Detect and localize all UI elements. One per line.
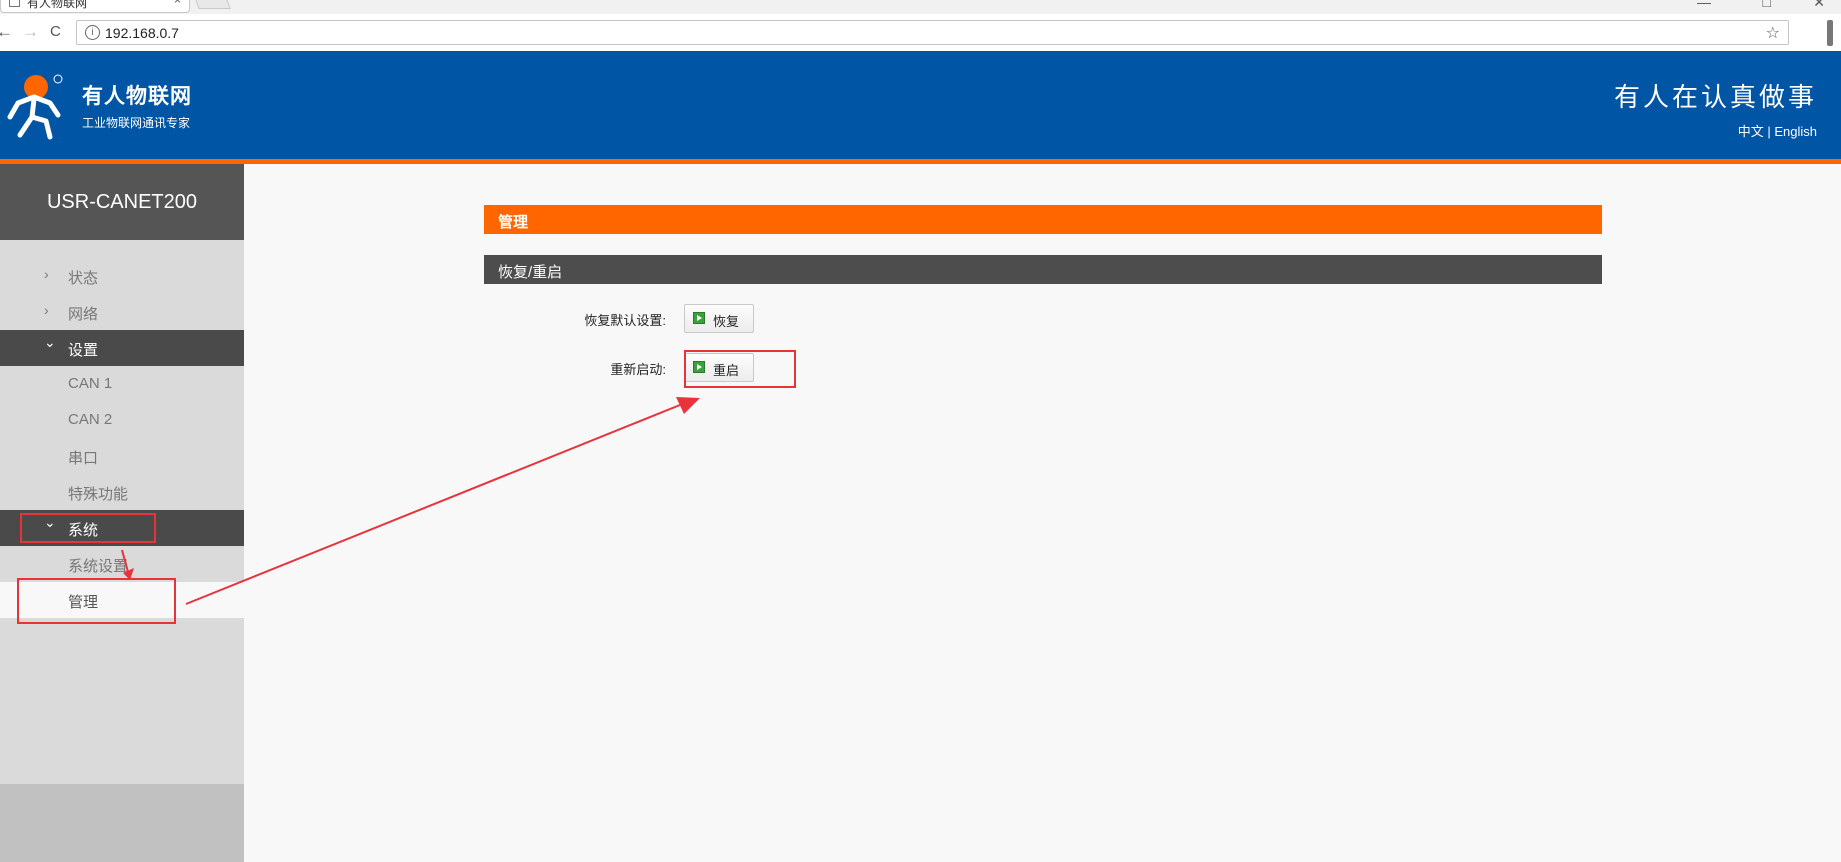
- browser-tabstrip: 有人物联网 × — □ ✕: [0, 0, 1841, 14]
- sidebar-item-label: 状态: [68, 270, 99, 287]
- annotation-arrow-long: [185, 404, 681, 605]
- back-arrow-icon[interactable]: ←: [0, 22, 13, 42]
- browser-tab[interactable]: 有人物联网 ×: [0, 0, 190, 13]
- annotation-box-management: [17, 578, 176, 624]
- section-title: 管理: [498, 214, 529, 231]
- site-info-icon[interactable]: i: [85, 25, 100, 40]
- address-bar[interactable]: i 192.168.0.7 ☆: [76, 20, 1789, 45]
- sidebar-item-serial[interactable]: 串口: [0, 438, 244, 474]
- close-tab-icon[interactable]: ×: [174, 0, 181, 7]
- reboot-label: 重新启动:: [610, 362, 666, 377]
- url-text[interactable]: 192.168.0.7: [105, 25, 179, 41]
- sidebar-item-settings[interactable]: ⌄ 设置: [0, 330, 244, 366]
- site-header: 有人物联网 工业物联网通讯专家 有人在认真做事 中文 | English: [0, 51, 1841, 159]
- sidebar-item-label: CAN 1: [68, 375, 113, 392]
- sidebar-item-network[interactable]: › 网络: [0, 294, 244, 330]
- logo-figure-icon: [7, 74, 63, 140]
- close-window-icon[interactable]: ✕: [1813, 0, 1825, 11]
- lang-chinese-link[interactable]: 中文: [1738, 124, 1764, 139]
- device-name: USR-CANET200: [0, 164, 244, 240]
- lang-english-link[interactable]: English: [1774, 124, 1817, 139]
- language-switcher: 中文 | English: [1738, 121, 1817, 140]
- sidebar-item-can2[interactable]: CAN 2: [0, 402, 244, 438]
- reload-icon[interactable]: C: [50, 23, 61, 40]
- header-accent-bar: [0, 159, 1841, 164]
- annotation-arrowhead-long: [676, 397, 700, 414]
- brand-name: 有人物联网: [82, 85, 192, 108]
- chevron-down-icon: ⌄: [44, 334, 56, 350]
- sidebar-item-label: CAN 2: [68, 411, 113, 428]
- sidebar-item-label: 设置: [68, 342, 99, 359]
- page-icon: [9, 0, 20, 7]
- annotation-box-reboot: [684, 350, 796, 388]
- restore-button[interactable]: 恢复: [684, 304, 754, 333]
- sidebar-item-system-settings[interactable]: 系统设置: [0, 546, 244, 582]
- lang-separator: |: [1763, 124, 1775, 139]
- subsection-title: 恢复/重启: [498, 264, 563, 281]
- bookmark-star-icon[interactable]: ☆: [1766, 23, 1780, 43]
- sidebar-item-label: 网络: [68, 306, 99, 323]
- brand-tagline: 工业物联网通讯专家: [82, 116, 191, 130]
- restore-label: 恢复默认设置:: [584, 313, 666, 328]
- tab-title: 有人物联网: [27, 0, 88, 10]
- section-header: 管理: [484, 205, 1602, 234]
- sidebar-menu: › 状态 › 网络 ⌄ 设置 CAN 1 CAN 2 串口 特殊功能 ⌄ 系统 …: [0, 240, 244, 784]
- minimize-icon[interactable]: —: [1697, 0, 1711, 10]
- play-icon: [693, 312, 705, 324]
- sidebar-item-label: 系统设置: [68, 558, 129, 575]
- maximize-icon[interactable]: □: [1763, 0, 1771, 10]
- browser-menu-icon[interactable]: [1827, 20, 1833, 46]
- sidebar-item-label: 串口: [68, 450, 99, 467]
- slogan: 有人在认真做事: [1613, 82, 1817, 112]
- sidebar-item-can1[interactable]: CAN 1: [0, 366, 244, 402]
- sidebar-item-special-functions[interactable]: 特殊功能: [0, 474, 244, 510]
- forward-arrow-icon[interactable]: →: [22, 22, 39, 42]
- sidebar-item-label: 特殊功能: [68, 486, 129, 503]
- sidebar-item-status[interactable]: › 状态: [0, 258, 244, 294]
- chevron-right-icon: ›: [44, 266, 49, 282]
- browser-toolbar: ← → C i 192.168.0.7 ☆: [0, 14, 1841, 52]
- chevron-right-icon: ›: [44, 302, 49, 318]
- annotation-box-system: [20, 513, 156, 543]
- new-tab-button[interactable]: [193, 0, 231, 9]
- restore-button-label: 恢复: [713, 314, 740, 329]
- subsection-header: 恢复/重启: [484, 255, 1602, 284]
